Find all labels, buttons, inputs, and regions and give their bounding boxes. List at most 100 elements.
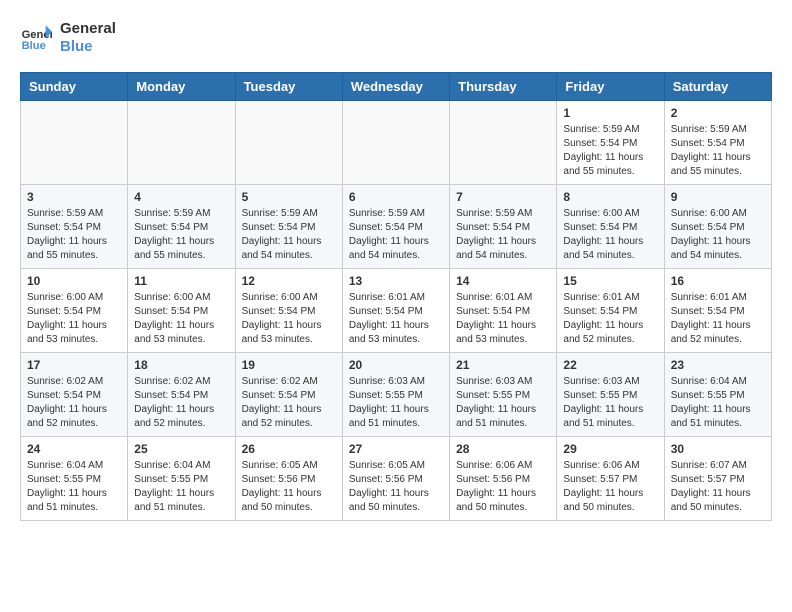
day-info: Sunrise: 6:02 AM Sunset: 5:54 PM Dayligh… [134,375,228,431]
logo: General Blue General Blue [20,20,116,56]
day-number: 22 [563,358,657,372]
day-number: 29 [563,442,657,456]
calendar-cell: 10 Sunrise: 6:00 AM Sunset: 5:54 PM Dayli… [21,269,128,353]
weekday-header: Thursday [450,73,557,101]
day-number: 14 [456,274,550,288]
day-number: 19 [242,358,336,372]
day-number: 25 [134,442,228,456]
day-info: Sunrise: 5:59 AM Sunset: 5:54 PM Dayligh… [563,123,657,179]
day-number: 23 [671,358,765,372]
day-number: 21 [456,358,550,372]
calendar-cell: 19 Sunrise: 6:02 AM Sunset: 5:54 PM Dayli… [235,353,342,437]
day-number: 18 [134,358,228,372]
day-info: Sunrise: 6:03 AM Sunset: 5:55 PM Dayligh… [456,375,550,431]
logo-blue: Blue [60,38,116,56]
calendar-cell [342,101,449,185]
day-info: Sunrise: 6:01 AM Sunset: 5:54 PM Dayligh… [671,291,765,347]
day-number: 12 [242,274,336,288]
header: General Blue General Blue [20,20,772,56]
weekday-header: Sunday [21,73,128,101]
day-number: 1 [563,106,657,120]
calendar-cell: 1 Sunrise: 5:59 AM Sunset: 5:54 PM Daylig… [557,101,664,185]
day-info: Sunrise: 6:03 AM Sunset: 5:55 PM Dayligh… [349,375,443,431]
weekday-header: Tuesday [235,73,342,101]
day-number: 11 [134,274,228,288]
day-number: 2 [671,106,765,120]
calendar-cell: 9Sunrise: 6:00 AM Sunset: 5:54 PM Daylig… [664,185,771,269]
calendar-cell [128,101,235,185]
calendar-cell: 22Sunrise: 6:03 AM Sunset: 5:55 PM Dayli… [557,353,664,437]
day-info: Sunrise: 6:05 AM Sunset: 5:56 PM Dayligh… [242,459,336,515]
calendar-cell: 29 Sunrise: 6:06 AM Sunset: 5:57 PM Dayli… [557,437,664,521]
calendar-cell: 17 Sunrise: 6:02 AM Sunset: 5:54 PM Dayli… [21,353,128,437]
day-number: 17 [27,358,121,372]
calendar-cell: 18 Sunrise: 6:02 AM Sunset: 5:54 PM Dayli… [128,353,235,437]
calendar-week-row: 17 Sunrise: 6:02 AM Sunset: 5:54 PM Dayli… [21,353,772,437]
calendar-cell: 25 Sunrise: 6:04 AM Sunset: 5:55 PM Dayli… [128,437,235,521]
calendar-cell: 28 Sunrise: 6:06 AM Sunset: 5:56 PM Dayli… [450,437,557,521]
day-info: Sunrise: 6:06 AM Sunset: 5:56 PM Dayligh… [456,459,550,515]
logo-general: General [60,20,116,38]
day-info: Sunrise: 6:05 AM Sunset: 5:56 PM Dayligh… [349,459,443,515]
day-info: Sunrise: 6:02 AM Sunset: 5:54 PM Dayligh… [27,375,121,431]
weekday-header: Monday [128,73,235,101]
calendar-cell: 6 Sunrise: 5:59 AM Sunset: 5:54 PM Daylig… [342,185,449,269]
day-info: Sunrise: 5:59 AM Sunset: 5:54 PM Dayligh… [27,207,121,263]
calendar-table: SundayMondayTuesdayWednesdayThursdayFrid… [20,72,772,521]
day-number: 10 [27,274,121,288]
calendar-cell: 21 Sunrise: 6:03 AM Sunset: 5:55 PM Dayli… [450,353,557,437]
day-info: Sunrise: 6:01 AM Sunset: 5:54 PM Dayligh… [563,291,657,347]
day-number: 8 [563,190,657,204]
day-info: Sunrise: 6:02 AM Sunset: 5:54 PM Dayligh… [242,375,336,431]
day-number: 15 [563,274,657,288]
logo-icon: General Blue [20,22,52,54]
day-info: Sunrise: 6:04 AM Sunset: 5:55 PM Dayligh… [134,459,228,515]
calendar-cell: 30Sunrise: 6:07 AM Sunset: 5:57 PM Dayli… [664,437,771,521]
calendar-cell: 16Sunrise: 6:01 AM Sunset: 5:54 PM Dayli… [664,269,771,353]
calendar-week-row: 10 Sunrise: 6:00 AM Sunset: 5:54 PM Dayli… [21,269,772,353]
calendar-cell: 5Sunrise: 5:59 AM Sunset: 5:54 PM Daylig… [235,185,342,269]
day-number: 6 [349,190,443,204]
day-info: Sunrise: 6:00 AM Sunset: 5:54 PM Dayligh… [671,207,765,263]
day-info: Sunrise: 6:01 AM Sunset: 5:54 PM Dayligh… [349,291,443,347]
day-info: Sunrise: 5:59 AM Sunset: 5:54 PM Dayligh… [349,207,443,263]
day-info: Sunrise: 6:04 AM Sunset: 5:55 PM Dayligh… [671,375,765,431]
calendar-cell: 23 Sunrise: 6:04 AM Sunset: 5:55 PM Dayli… [664,353,771,437]
weekday-header: Friday [557,73,664,101]
calendar-week-row: 24 Sunrise: 6:04 AM Sunset: 5:55 PM Dayli… [21,437,772,521]
day-info: Sunrise: 6:00 AM Sunset: 5:54 PM Dayligh… [242,291,336,347]
calendar-cell: 24Sunrise: 6:04 AM Sunset: 5:55 PM Dayli… [21,437,128,521]
calendar-cell: 27 Sunrise: 6:05 AM Sunset: 5:56 PM Dayli… [342,437,449,521]
calendar-cell: 2 Sunrise: 5:59 AM Sunset: 5:54 PM Daylig… [664,101,771,185]
calendar-cell [21,101,128,185]
day-number: 24 [27,442,121,456]
weekday-header: Wednesday [342,73,449,101]
calendar-cell [450,101,557,185]
calendar-cell: 4Sunrise: 5:59 AM Sunset: 5:54 PM Daylig… [128,185,235,269]
day-info: Sunrise: 6:00 AM Sunset: 5:54 PM Dayligh… [563,207,657,263]
calendar-cell: 15 Sunrise: 6:01 AM Sunset: 5:54 PM Dayli… [557,269,664,353]
svg-text:Blue: Blue [22,40,46,52]
calendar-week-row: 1 Sunrise: 5:59 AM Sunset: 5:54 PM Daylig… [21,101,772,185]
day-info: Sunrise: 6:06 AM Sunset: 5:57 PM Dayligh… [563,459,657,515]
day-info: Sunrise: 6:00 AM Sunset: 5:54 PM Dayligh… [134,291,228,347]
calendar-cell: 26Sunrise: 6:05 AM Sunset: 5:56 PM Dayli… [235,437,342,521]
calendar-cell: 11 Sunrise: 6:00 AM Sunset: 5:54 PM Dayli… [128,269,235,353]
calendar-cell: 8 Sunrise: 6:00 AM Sunset: 5:54 PM Daylig… [557,185,664,269]
calendar-cell: 13Sunrise: 6:01 AM Sunset: 5:54 PM Dayli… [342,269,449,353]
calendar-cell: 20Sunrise: 6:03 AM Sunset: 5:55 PM Dayli… [342,353,449,437]
day-number: 7 [456,190,550,204]
calendar-cell: 7 Sunrise: 5:59 AM Sunset: 5:54 PM Daylig… [450,185,557,269]
day-info: Sunrise: 5:59 AM Sunset: 5:54 PM Dayligh… [671,123,765,179]
calendar-cell: 12 Sunrise: 6:00 AM Sunset: 5:54 PM Dayli… [235,269,342,353]
day-number: 3 [27,190,121,204]
calendar-header-row: SundayMondayTuesdayWednesdayThursdayFrid… [21,73,772,101]
day-info: Sunrise: 6:00 AM Sunset: 5:54 PM Dayligh… [27,291,121,347]
day-info: Sunrise: 5:59 AM Sunset: 5:54 PM Dayligh… [456,207,550,263]
day-number: 28 [456,442,550,456]
day-info: Sunrise: 5:59 AM Sunset: 5:54 PM Dayligh… [134,207,228,263]
day-number: 30 [671,442,765,456]
calendar-week-row: 3 Sunrise: 5:59 AM Sunset: 5:54 PM Daylig… [21,185,772,269]
day-number: 27 [349,442,443,456]
calendar-cell: 3 Sunrise: 5:59 AM Sunset: 5:54 PM Daylig… [21,185,128,269]
